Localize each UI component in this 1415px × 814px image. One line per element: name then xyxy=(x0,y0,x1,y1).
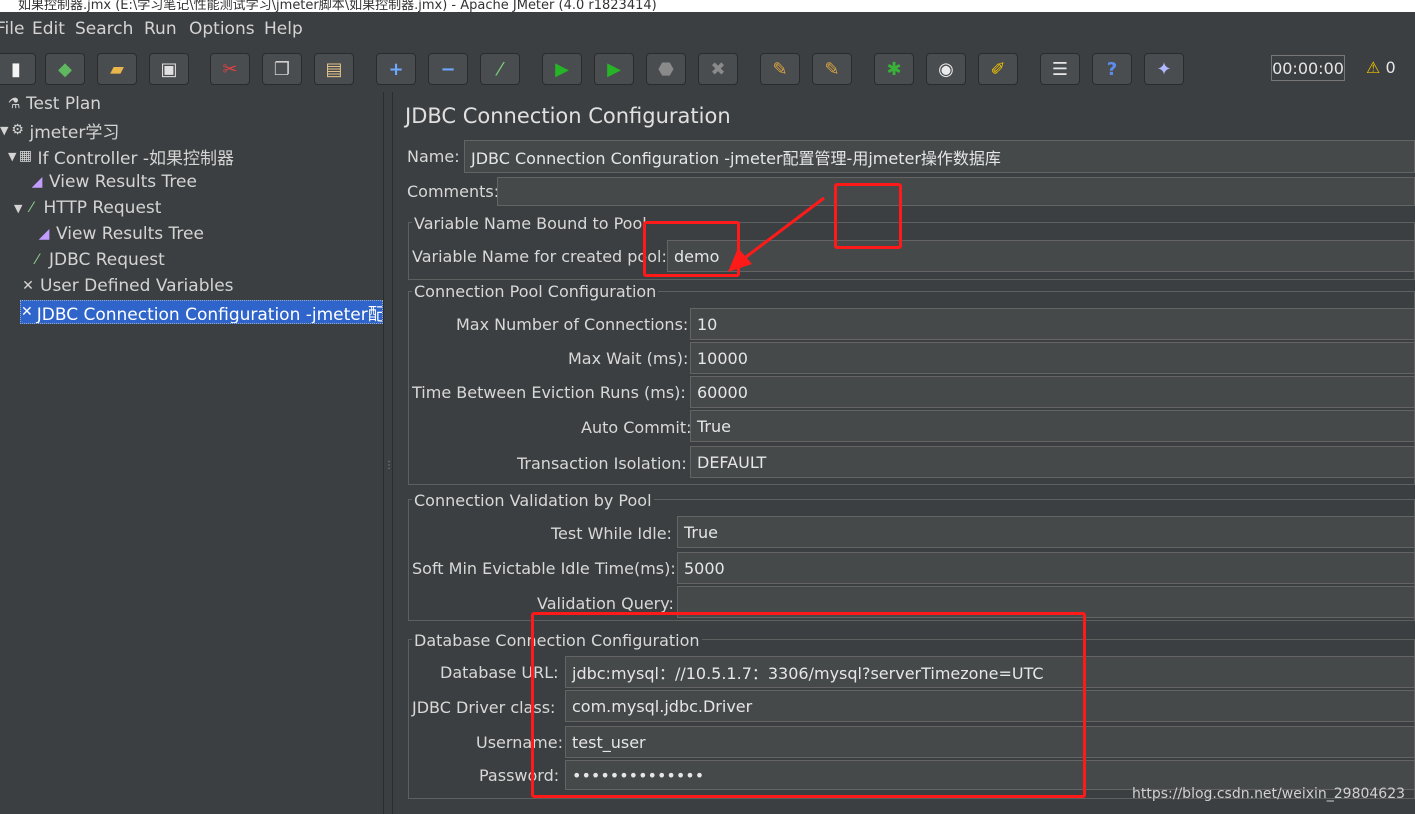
max-wait-field[interactable]: 10000 xyxy=(690,342,1415,374)
menu-bar: File Edit Search Run Options Help xyxy=(0,12,1415,44)
shutdown-icon[interactable]: ✖ xyxy=(698,53,738,85)
eviction-runs-label: Time Between Eviction Runs (ms): xyxy=(412,383,686,402)
wrench-icon: ✕ xyxy=(22,278,34,294)
comments-field[interactable] xyxy=(497,177,1415,206)
auto-commit-select[interactable]: True xyxy=(690,410,1415,442)
function-helper-icon[interactable]: ☰ xyxy=(1040,53,1080,85)
paste-icon[interactable]: ▤ xyxy=(314,53,354,85)
elapsed-timer: 00:00:00 xyxy=(1271,55,1345,81)
tree-item-label: If Controller -如果控制器 xyxy=(37,148,235,169)
test-plan-tree: ⚗ Test Plan ▼ ⚙ jmeter学习 ▼ ▦ If Controller -如… xyxy=(0,92,383,814)
name-label: Name: xyxy=(407,147,460,166)
copy-icon[interactable]: ❐ xyxy=(262,53,302,85)
log-icon[interactable]: ✦ xyxy=(1144,53,1184,85)
menu-run[interactable]: Run xyxy=(144,19,177,39)
expand-icon[interactable]: + xyxy=(376,53,416,85)
tree-item-label: HTTP Request xyxy=(43,198,162,218)
tree-item-view-results-tree[interactable]: ◢ View Results Tree xyxy=(29,170,197,194)
help-icon[interactable]: ? xyxy=(1092,53,1132,85)
menu-file[interactable]: File xyxy=(0,19,24,39)
expand-arrow-icon[interactable]: ▼ xyxy=(0,124,8,137)
start-no-pause-icon[interactable]: ▶ xyxy=(594,53,634,85)
cut-icon[interactable]: ✂ xyxy=(210,53,250,85)
remote-icon[interactable]: ✱ xyxy=(874,53,914,85)
graph-icon: ◢ xyxy=(38,226,50,242)
max-connections-label: Max Number of Connections: xyxy=(456,315,689,334)
soft-min-idle-field[interactable]: 5000 xyxy=(677,552,1415,584)
tree-item-label: JDBC Connection Configuration -jmeter配置管… xyxy=(36,304,382,324)
controller-icon: ▦ xyxy=(18,148,33,164)
warning-count: 0 xyxy=(1385,58,1396,77)
clear-icon[interactable]: ✎ xyxy=(760,53,800,85)
warning-icon: ⚠ xyxy=(1366,58,1381,77)
reset-search-icon[interactable]: ✐ xyxy=(978,53,1018,85)
annotation-box-database-config xyxy=(531,612,1086,798)
test-while-idle-label: Test While Idle: xyxy=(551,524,672,543)
pool-variable-group-title: Variable Name Bound to Pool xyxy=(412,214,649,233)
split-pane-divider[interactable] xyxy=(383,92,393,814)
graph-icon: ◢ xyxy=(31,174,43,190)
tree-item-label: jmeter学习 xyxy=(29,122,120,143)
comments-label: Comments: xyxy=(407,182,500,201)
max-wait-label: Max Wait (ms): xyxy=(568,349,689,368)
clear-all-icon[interactable]: ✎ xyxy=(812,53,852,85)
tree-item-thread-group[interactable]: ▼ ⚙ jmeter学习 xyxy=(0,118,120,143)
tree-item-label: User Defined Variables xyxy=(40,276,234,296)
test-while-idle-select[interactable]: True xyxy=(677,516,1415,548)
expand-arrow-icon[interactable]: ▼ xyxy=(8,150,16,163)
divider-grip[interactable]: ⋮ xyxy=(384,460,394,471)
max-connections-field[interactable]: 10 xyxy=(690,308,1415,340)
annotation-arrow-head xyxy=(728,248,752,272)
tree-item-label: JDBC Request xyxy=(49,250,165,270)
tree-item-view-results-tree-2[interactable]: ◢ View Results Tree xyxy=(36,222,204,246)
soft-min-idle-label: Soft Min Evictable Idle Time(ms): xyxy=(412,559,676,578)
tree-item-label: View Results Tree xyxy=(49,172,197,192)
validation-query-label: Validation Query: xyxy=(537,594,674,613)
menu-edit[interactable]: Edit xyxy=(32,19,65,39)
tree-item-label: View Results Tree xyxy=(56,224,204,244)
menu-search[interactable]: Search xyxy=(75,19,133,39)
warning-indicator[interactable]: ⚠ 0 xyxy=(1366,58,1396,77)
tree-item-if-controller[interactable]: ▼ ▦ If Controller -如果控制器 xyxy=(8,144,235,169)
open-icon[interactable]: ▰ xyxy=(97,53,137,85)
toolbar: ▮ ◆ ▰ ▣ ✂ ❐ ▤ + − ⁄ ▶ ▶ ⬣ ✖ ✎ ✎ ✱ ◉ ✐ ☰ … xyxy=(0,44,1415,92)
menu-help[interactable]: Help xyxy=(264,19,303,39)
tree-item-test-plan[interactable]: ⚗ Test Plan xyxy=(6,92,101,116)
search-icon[interactable]: ◉ xyxy=(926,53,966,85)
annotation-box-callout xyxy=(834,183,902,249)
tree-item-jdbc-connection-config[interactable]: ✕JDBC Connection Configuration -jmeter配置… xyxy=(20,300,383,324)
transaction-isolation-select[interactable]: DEFAULT xyxy=(690,446,1415,478)
watermark-text: https://blog.csdn.net/weixin_29804623 xyxy=(1132,786,1406,802)
gear-icon: ⚙ xyxy=(11,122,24,138)
tree-item-user-defined-variables[interactable]: ✕ User Defined Variables xyxy=(20,274,234,298)
menu-options[interactable]: Options xyxy=(189,19,255,39)
tree-item-jdbc-request[interactable]: ⁄ JDBC Request xyxy=(29,248,165,272)
stop-icon[interactable]: ⬣ xyxy=(646,53,686,85)
collapse-icon[interactable]: − xyxy=(428,53,468,85)
auto-commit-label: Auto Commit: xyxy=(581,418,692,437)
pipette-icon: ⁄ xyxy=(30,200,33,216)
eviction-runs-field[interactable]: 60000 xyxy=(690,376,1415,408)
window-title-bar: 如果控制器.jmx (E:\学习笔记\性能测试学习\jmeter脚本\如果控制器… xyxy=(0,0,1415,12)
tree-item-http-request[interactable]: ▼ ⁄ HTTP Request xyxy=(14,196,161,220)
wrench-icon: ✕ xyxy=(21,304,33,320)
window-title: 如果控制器.jmx (E:\学习笔记\性能测试学习\jmeter脚本\如果控制器… xyxy=(18,0,657,12)
connection-pool-group-title: Connection Pool Configuration xyxy=(412,282,659,301)
name-field[interactable]: JDBC Connection Configuration -jmeter配置管… xyxy=(464,140,1415,173)
tree-item-label: Test Plan xyxy=(26,94,102,114)
new-icon[interactable]: ▮ xyxy=(0,53,36,85)
save-icon[interactable]: ▣ xyxy=(149,53,189,85)
start-icon[interactable]: ▶ xyxy=(542,53,582,85)
connection-validation-group-title: Connection Validation by Pool xyxy=(412,491,654,510)
page-title: JDBC Connection Configuration xyxy=(405,104,731,128)
annotation-arrow-shaft xyxy=(741,196,825,262)
toggle-icon[interactable]: ⁄ xyxy=(480,53,520,85)
expand-arrow-icon[interactable]: ▼ xyxy=(14,202,22,215)
pool-variable-label: Variable Name for created pool: xyxy=(412,247,667,266)
transaction-isolation-label: Transaction Isolation: xyxy=(517,454,687,473)
templates-icon[interactable]: ◆ xyxy=(45,53,85,85)
flask-icon: ⚗ xyxy=(7,96,21,112)
pipette-icon: ⁄ xyxy=(35,252,39,268)
annotation-arrow xyxy=(728,196,825,272)
